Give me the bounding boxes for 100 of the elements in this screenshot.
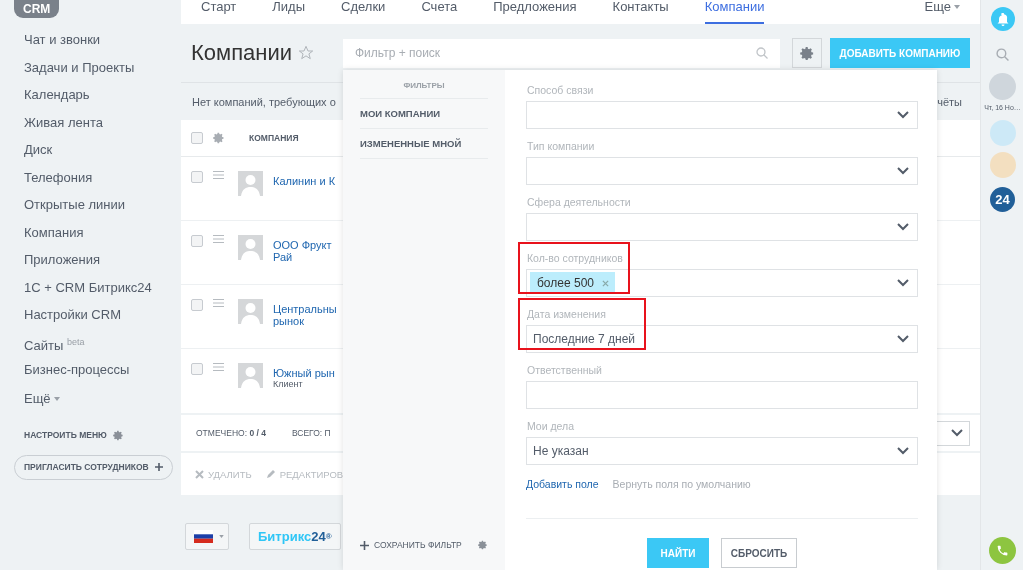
caret-icon: [219, 535, 224, 538]
settings-icon[interactable]: [478, 540, 488, 550]
sidebar-item[interactable]: Бизнес-процессы: [14, 356, 181, 384]
pencil-icon: [265, 469, 276, 479]
sidebar-item[interactable]: Открытые линии: [14, 191, 181, 219]
plus-icon: [360, 540, 369, 550]
nav-tab[interactable]: Компании: [704, 0, 765, 24]
avatar-icon: [238, 235, 263, 260]
select-field[interactable]: [526, 101, 918, 129]
nav-more[interactable]: Еще: [924, 0, 960, 13]
sidebar-item[interactable]: Диск: [14, 136, 181, 164]
nav-tab[interactable]: Сделки: [341, 0, 386, 24]
remove-icon[interactable]: [602, 279, 609, 287]
section-badge[interactable]: CRM: [14, 0, 60, 18]
search-icon[interactable]: [756, 47, 768, 59]
checkbox[interactable]: [191, 132, 203, 144]
checkbox[interactable]: [191, 363, 203, 375]
tag-select[interactable]: более 500: [526, 269, 918, 297]
app-logo[interactable]: 24: [990, 187, 1015, 212]
field-label: Мои дела: [527, 420, 576, 433]
nav-tab[interactable]: Старт: [201, 0, 237, 24]
plus-icon: [154, 463, 163, 471]
column-header[interactable]: КОМПАНИЯ: [249, 133, 299, 143]
sidebar-item[interactable]: Настройки CRM: [14, 301, 181, 329]
language-select[interactable]: [185, 523, 229, 550]
nav-tab[interactable]: Контакты: [612, 0, 669, 24]
nav-tab[interactable]: Лиды: [272, 0, 306, 24]
menu-icon[interactable]: [213, 363, 224, 371]
field-label: Тип компании: [527, 140, 596, 153]
field-label: Сфера деятельности: [527, 196, 632, 209]
bell-icon: [996, 12, 1009, 26]
chevron-down-icon: [897, 167, 909, 175]
notice-text[interactable]: чёты: [937, 95, 962, 108]
sidebar-item[interactable]: Задачи и Проекты: [14, 53, 181, 81]
call-button[interactable]: [989, 537, 1016, 564]
avatar-icon: [238, 171, 263, 196]
caret-icon: [954, 5, 960, 9]
sidebar-more[interactable]: Ещё: [14, 383, 181, 414]
menu-icon[interactable]: [213, 171, 224, 179]
chevron-down-icon: [897, 279, 909, 287]
user-avatar[interactable]: [989, 73, 1016, 100]
notice-text: Нет компаний, требующих о: [192, 95, 336, 108]
avatar-icon: [238, 299, 263, 324]
logo-button[interactable]: Битрикс24$^{®}$: [249, 523, 341, 550]
filter-preset[interactable]: МОИ КОМПАНИИ: [360, 99, 488, 129]
notifications-button[interactable]: [990, 7, 1015, 31]
sidebar-item[interactable]: Календарь: [14, 81, 181, 109]
settings-icon[interactable]: [799, 45, 815, 61]
checkbox[interactable]: [191, 171, 203, 183]
select-field[interactable]: Не указан: [526, 437, 918, 465]
save-filter-button[interactable]: СОХРАНИТЬ ФИЛЬТР: [360, 540, 462, 550]
more-label[interactable]: Ещё: [24, 391, 51, 406]
chevron-down-icon: [897, 111, 909, 119]
close-icon: [195, 469, 204, 479]
company-link[interactable]: Южный рын: [273, 367, 335, 379]
select-field[interactable]: [526, 213, 918, 241]
star-icon[interactable]: [298, 45, 315, 61]
search-icon[interactable]: [996, 48, 1009, 61]
field-label: Ответственный: [527, 364, 603, 377]
filters-heading: ФИЛЬТРЫ: [360, 70, 488, 99]
sidebar-item[interactable]: Телефония: [14, 163, 181, 191]
settings-icon[interactable]: [213, 132, 225, 144]
select-field[interactable]: [526, 157, 918, 185]
sidebar-item[interactable]: Сайты $^{beta}$: [14, 328, 181, 356]
menu-icon[interactable]: [213, 235, 224, 243]
field-label: Кол-во сотрудников: [527, 252, 624, 265]
company-link[interactable]: Калинин и К: [273, 175, 336, 187]
caret-icon: [53, 396, 60, 401]
sidebar-item[interactable]: Чат и звонки: [14, 26, 181, 54]
company-type: Клиент: [273, 379, 304, 389]
company-link[interactable]: Центральны рынок: [273, 303, 337, 327]
sidebar-item[interactable]: 1С + CRM Битрикс24: [14, 273, 181, 301]
nav-tab[interactable]: Счета: [421, 0, 458, 24]
menu-icon[interactable]: [213, 299, 224, 307]
reset-button[interactable]: СБРОСИТЬ: [721, 538, 797, 568]
sidebar-item[interactable]: Компания: [14, 218, 181, 246]
configure-menu-link[interactable]: НАСТРОИТЬ МЕНЮ: [24, 430, 107, 440]
select-field[interactable]: Последние 7 дней: [526, 325, 918, 353]
flag-icon: [194, 530, 213, 543]
add-field-link[interactable]: Добавить поле: [526, 478, 599, 490]
filter-preset[interactable]: ИЗМЕНЕННЫЕ МНОЙ: [360, 129, 488, 159]
selected-count: ОТМЕЧЕНО: 0 / 4: [196, 428, 266, 438]
chevron-down-icon: [951, 429, 963, 437]
nav-tab[interactable]: Предложения: [493, 0, 577, 24]
checkbox[interactable]: [191, 299, 203, 311]
more-label[interactable]: Еще: [924, 0, 951, 13]
sidebar-item[interactable]: Приложения: [14, 246, 181, 274]
input-field[interactable]: [526, 381, 918, 409]
page-title: Компании: [191, 40, 293, 66]
chat-avatar[interactable]: [989, 120, 1016, 146]
chevron-down-icon: [897, 223, 909, 231]
field-label: Способ связи: [527, 84, 595, 97]
company-link[interactable]: ООО Фрукт Рай: [273, 239, 332, 263]
avatar-icon: [238, 363, 263, 388]
settings-icon[interactable]: [112, 429, 124, 441]
total-count: ВСЕГО: П: [291, 428, 331, 438]
checkbox[interactable]: [191, 235, 203, 247]
chat-avatar[interactable]: [989, 152, 1016, 178]
settings-button[interactable]: [792, 38, 822, 68]
sidebar-item[interactable]: Живая лента: [14, 108, 181, 136]
